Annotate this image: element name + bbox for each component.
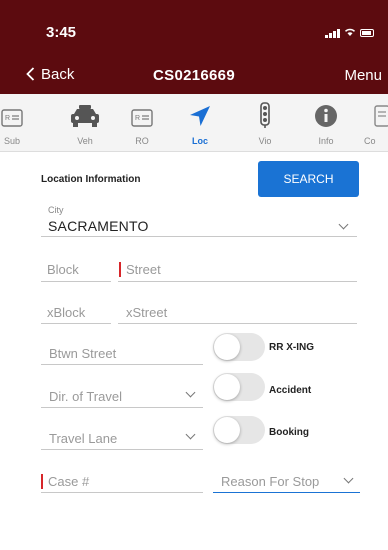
travel-lane-placeholder: Travel Lane [49,431,118,446]
booking-toggle[interactable] [213,416,265,444]
tab-info[interactable]: Info [304,102,348,146]
required-indicator [119,262,121,277]
nav-bar: Back CS0216669 Menu [0,56,388,94]
city-label: City [48,205,64,215]
accident-toggle[interactable] [213,373,265,401]
btwn-street-placeholder: Btwn Street [49,346,117,361]
info-icon [304,102,348,128]
battery-icon [360,29,374,37]
rr-xing-label: RR X-ING [269,342,314,353]
xblock-underline [41,323,111,324]
traffic-light-icon [243,102,287,128]
document-icon [360,102,388,128]
tab-label: RO [135,136,149,146]
xblock-placeholder: xBlock [47,305,86,320]
chevron-down-icon [185,429,196,440]
section-title: Location Information [41,174,141,185]
rr-xing-toggle[interactable] [213,333,265,361]
tab-label: Co [364,136,376,146]
status-time: 3:45 [46,24,77,41]
dir-of-travel-underline [41,407,203,408]
tab-label: Veh [77,136,93,146]
block-placeholder: Block [47,262,79,277]
svg-text:R: R [5,115,10,122]
tab-label: Loc [191,136,208,146]
toggle-knob [214,374,240,400]
street-placeholder: Street [126,262,161,277]
required-indicator [41,474,43,489]
tab-label: Vio [258,136,272,146]
booking-label: Booking [269,427,309,438]
dir-of-travel-placeholder: Dir. of Travel [49,389,122,404]
btwn-street-underline [41,364,203,365]
tab-label: Info [318,136,334,146]
wifi-icon [344,27,356,38]
toggle-knob [214,417,240,443]
city-underline [41,236,357,237]
page-title: CS0216669 [153,67,235,84]
signal-icon [325,29,340,38]
tab-bar: R Sub Veh R RO Loc Vio Info Co [0,94,388,152]
status-bar: 3:45 [0,0,388,56]
reason-for-stop-underline [213,492,360,493]
tab-co[interactable]: Co [360,102,388,146]
search-button[interactable]: SEARCH [258,161,359,197]
tab-ro[interactable]: R RO [120,102,164,146]
xstreet-placeholder: xStreet [126,305,168,320]
svg-text:R: R [135,115,140,122]
car-icon [63,102,107,128]
tab-veh[interactable]: Veh [63,102,107,146]
status-icons [325,27,374,38]
tab-label: Sub [3,136,20,146]
reason-for-stop-placeholder: Reason For Stop [221,474,320,489]
street-underline [118,281,357,282]
menu-button[interactable]: Menu [344,67,382,84]
chevron-down-icon [185,387,196,398]
city-value: SACRAMENTO [48,218,149,234]
case-number-placeholder: Case # [48,474,90,489]
tab-vio[interactable]: Vio [243,102,287,146]
toggle-knob [214,334,240,360]
tab-sub[interactable]: R Sub [0,102,34,146]
id-card-icon: R [120,102,164,128]
accident-label: Accident [269,385,312,396]
chevron-down-icon [338,219,349,230]
location-arrow-icon [178,102,222,128]
tab-loc[interactable]: Loc [178,102,222,146]
case-number-underline [41,492,203,493]
id-card-icon: R [0,102,34,128]
travel-lane-underline [41,449,203,450]
xstreet-underline [118,323,357,324]
chevron-down-icon [343,473,354,484]
block-underline [41,281,111,282]
